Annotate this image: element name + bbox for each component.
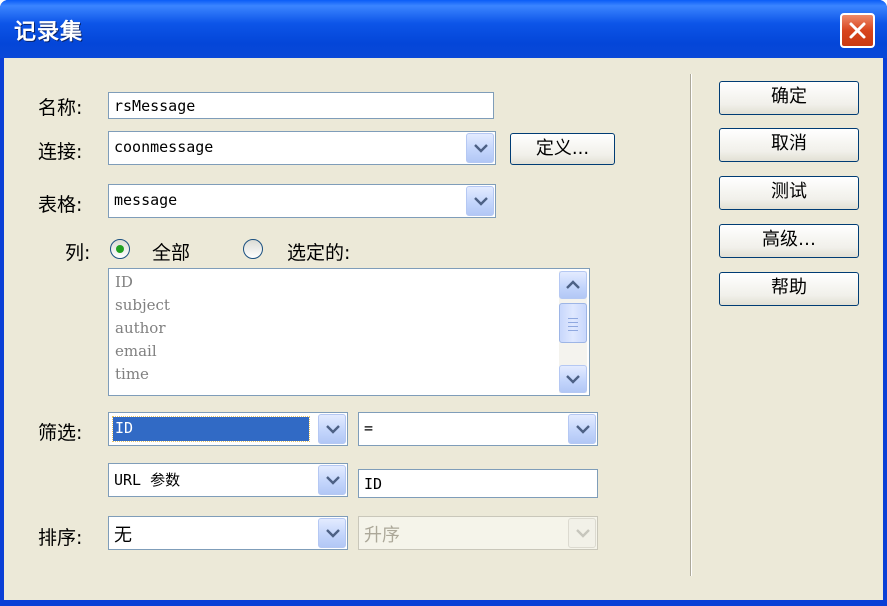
table-dropdown-button[interactable] bbox=[466, 186, 494, 216]
filter-label: 筛选: bbox=[38, 422, 83, 444]
help-button[interactable]: 帮助 bbox=[719, 272, 859, 306]
sort-order-select[interactable]: 升序 bbox=[358, 516, 598, 550]
advanced-button[interactable]: 高级… bbox=[719, 224, 859, 258]
columns-list: ID subject author email time bbox=[115, 271, 170, 386]
list-item[interactable]: email bbox=[115, 340, 170, 363]
cancel-button[interactable]: 取消 bbox=[719, 128, 859, 162]
scroll-down-button[interactable] bbox=[559, 365, 587, 393]
list-item[interactable]: ID bbox=[115, 271, 170, 294]
chevron-up-icon bbox=[566, 280, 580, 289]
columns-selected-label: 选定的: bbox=[287, 242, 351, 264]
vertical-divider bbox=[690, 74, 692, 576]
columns-selected-radio[interactable] bbox=[243, 239, 263, 259]
columns-all-radio[interactable] bbox=[110, 239, 130, 259]
name-input[interactable]: rsMessage bbox=[108, 92, 494, 119]
connection-value: coonmessage bbox=[114, 138, 214, 156]
test-button[interactable]: 测试 bbox=[719, 176, 859, 210]
table-select[interactable]: message bbox=[108, 184, 496, 218]
list-item[interactable]: subject bbox=[115, 294, 170, 317]
name-label: 名称: bbox=[38, 97, 83, 119]
close-icon bbox=[849, 22, 866, 39]
scroll-up-button[interactable] bbox=[559, 271, 587, 299]
sort-column-value: 无 bbox=[114, 525, 132, 546]
sort-label: 排序: bbox=[38, 527, 83, 549]
define-button[interactable]: 定义... bbox=[510, 133, 615, 165]
filter-column-dropdown-button[interactable] bbox=[318, 414, 346, 444]
list-item[interactable]: author bbox=[115, 317, 170, 340]
sort-order-dropdown-button[interactable] bbox=[568, 518, 596, 548]
filter-operator-dropdown-button[interactable] bbox=[568, 414, 596, 444]
columns-scrollbar[interactable] bbox=[559, 271, 587, 393]
filter-source-select[interactable]: URL 参数 bbox=[108, 463, 348, 497]
filter-value-input[interactable]: ID bbox=[358, 469, 598, 498]
chevron-down-icon bbox=[326, 529, 340, 538]
filter-operator-select[interactable]: = bbox=[358, 412, 598, 446]
table-value: message bbox=[114, 191, 178, 209]
chevron-down-icon bbox=[326, 425, 340, 434]
columns-label: 列: bbox=[65, 242, 91, 264]
sort-column-dropdown-button[interactable] bbox=[318, 518, 346, 548]
connection-label: 连接: bbox=[38, 141, 83, 163]
title-bar[interactable]: 记录集 bbox=[0, 0, 887, 58]
chevron-down-icon bbox=[576, 425, 590, 434]
chevron-down-icon bbox=[474, 197, 488, 206]
list-item[interactable]: time bbox=[115, 363, 170, 386]
window-title: 记录集 bbox=[14, 20, 84, 45]
chevron-down-icon bbox=[474, 144, 488, 153]
filter-source-value: URL 参数 bbox=[114, 471, 181, 489]
chevron-down-icon bbox=[576, 529, 590, 538]
connection-select[interactable]: coonmessage bbox=[108, 131, 496, 165]
filter-source-dropdown-button[interactable] bbox=[318, 465, 346, 495]
ok-button[interactable]: 确定 bbox=[719, 81, 859, 115]
scroll-thumb[interactable] bbox=[559, 303, 587, 343]
table-label: 表格: bbox=[38, 194, 83, 216]
chevron-down-icon bbox=[566, 375, 580, 384]
filter-operator-value: = bbox=[364, 419, 374, 437]
connection-dropdown-button[interactable] bbox=[466, 133, 494, 163]
sort-column-select[interactable]: 无 bbox=[108, 516, 348, 550]
filter-column-value: ID bbox=[112, 416, 310, 442]
columns-all-label: 全部 bbox=[152, 242, 191, 264]
filter-column-select[interactable]: ID bbox=[108, 412, 348, 446]
columns-listbox[interactable]: ID subject author email time bbox=[108, 268, 590, 396]
close-button[interactable] bbox=[840, 13, 875, 48]
chevron-down-icon bbox=[326, 476, 340, 485]
recordset-dialog: 记录集 名称: rsMessage 连接: coonmessage 定义... … bbox=[0, 0, 887, 606]
sort-order-value: 升序 bbox=[364, 525, 400, 546]
